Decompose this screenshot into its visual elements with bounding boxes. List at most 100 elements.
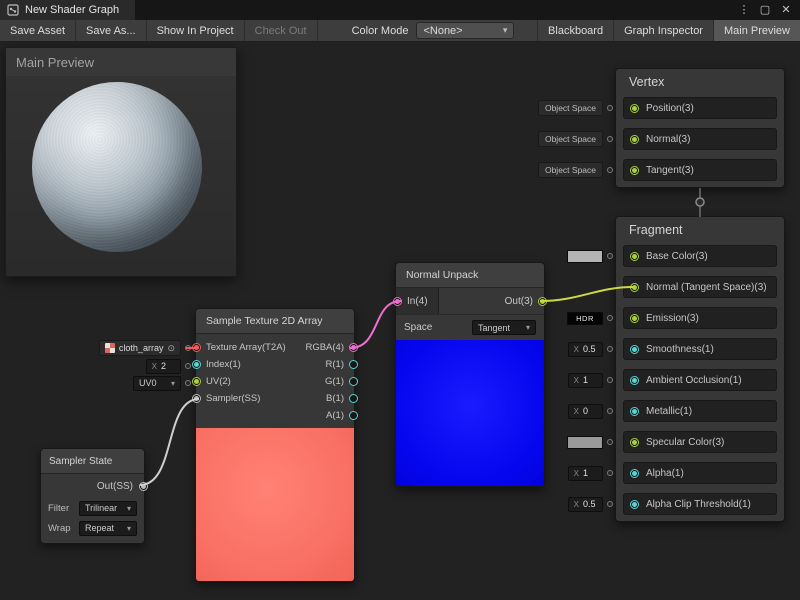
- alpha-default: X 1: [568, 465, 613, 481]
- r-port[interactable]: [349, 360, 358, 369]
- maximize-button[interactable]: ▢: [756, 2, 774, 18]
- normal-unpack-header[interactable]: Normal Unpack: [396, 263, 544, 288]
- connector-dot: [607, 167, 613, 173]
- fragment-row-alpha-clip[interactable]: Alpha Clip Threshold(1): [623, 493, 777, 515]
- base-color-swatch[interactable]: [567, 250, 603, 263]
- fragment-row-smoothness[interactable]: Smoothness(1): [623, 338, 777, 360]
- close-button[interactable]: ✕: [777, 2, 795, 18]
- fragment-node[interactable]: Fragment Base Color(3) Normal (Tangent S…: [615, 216, 785, 522]
- specular-color-label: Specular Color(3): [646, 437, 724, 448]
- normal-unpack-node[interactable]: Normal Unpack In(4) Out(3) Space Tangent…: [395, 262, 545, 487]
- x-axis-label: X: [574, 469, 579, 478]
- alpha-clip-field[interactable]: X 0.5: [568, 497, 603, 512]
- chevron-down-icon: ▾: [171, 379, 175, 388]
- metallic-field[interactable]: X 0: [568, 404, 603, 419]
- out-ss-port[interactable]: [139, 482, 148, 491]
- vertex-position-binding: Object Space: [538, 100, 613, 116]
- object-space-pill[interactable]: Object Space: [538, 100, 603, 116]
- index-field[interactable]: X 2: [146, 359, 181, 374]
- fragment-row-specular-color[interactable]: Specular Color(3): [623, 431, 777, 453]
- x-axis-label: X: [574, 345, 579, 354]
- fragment-row-emission[interactable]: Emission(3): [623, 307, 777, 329]
- rgba-label: RGBA(4): [305, 342, 344, 353]
- check-out-button: Check Out: [245, 20, 318, 41]
- filter-dropdown[interactable]: Trilinear ▾: [79, 501, 137, 516]
- sampler-state-node[interactable]: Sampler State Out(SS) Filter Trilinear ▾…: [40, 448, 145, 544]
- graph-inspector-toggle-button[interactable]: Graph Inspector: [613, 20, 713, 41]
- fragment-row-normal[interactable]: Normal (Tangent Space)(3): [623, 276, 777, 298]
- vertex-normal-port[interactable]: [630, 135, 639, 144]
- color-mode-dropdown[interactable]: <None> ▾: [416, 22, 514, 39]
- vertex-node[interactable]: Vertex Position(3) Normal(3) Tangent(3): [615, 68, 785, 188]
- vertex-tangent-label: Tangent(3): [646, 165, 694, 176]
- normal-unpack-input: In(4): [396, 288, 439, 314]
- object-space-pill[interactable]: Object Space: [538, 162, 603, 178]
- sampler-port[interactable]: [192, 394, 201, 403]
- in4-port[interactable]: [393, 297, 402, 306]
- window-menu-button[interactable]: ⋮: [735, 2, 753, 18]
- fragment-row-base-color[interactable]: Base Color(3): [623, 245, 777, 267]
- sample-texture-title: Sample Texture 2D Array: [206, 315, 323, 327]
- a-label: A(1): [326, 410, 344, 421]
- sample-texture-2d-array-node[interactable]: Sample Texture 2D Array Texture Array(T2…: [195, 308, 355, 582]
- b-port[interactable]: [349, 394, 358, 403]
- fragment-row-metallic[interactable]: Metallic(1): [623, 400, 777, 422]
- base-color-port[interactable]: [630, 252, 639, 261]
- object-picker-icon[interactable]: ⊙: [167, 343, 175, 354]
- smoothness-port[interactable]: [630, 345, 639, 354]
- rgba-port[interactable]: [349, 343, 358, 352]
- g-port[interactable]: [349, 377, 358, 386]
- alpha-port[interactable]: [630, 469, 639, 478]
- blackboard-toggle-button[interactable]: Blackboard: [537, 20, 613, 41]
- index-value[interactable]: 2: [161, 361, 175, 371]
- main-preview-toggle-button[interactable]: Main Preview: [713, 20, 800, 41]
- a-port[interactable]: [349, 411, 358, 420]
- uv-channel-dropdown[interactable]: UV0 ▾: [133, 376, 181, 391]
- smoothness-value[interactable]: 0.5: [583, 344, 597, 354]
- main-preview-header[interactable]: Main Preview: [6, 48, 236, 76]
- show-in-project-button[interactable]: Show In Project: [147, 20, 245, 41]
- uv-channel-value: UV0: [139, 378, 157, 388]
- texture-array-port[interactable]: [192, 343, 201, 352]
- ambient-occlusion-field[interactable]: X 1: [568, 373, 603, 388]
- vertex-tangent-port[interactable]: [630, 166, 639, 175]
- vertex-row-tangent[interactable]: Tangent(3): [623, 159, 777, 181]
- vertex-row-position[interactable]: Position(3): [623, 97, 777, 119]
- ambient-occlusion-value[interactable]: 1: [583, 375, 597, 385]
- wire-rgba-to-in4: [350, 301, 401, 348]
- vertex-position-port[interactable]: [630, 104, 639, 113]
- normal-tangent-port[interactable]: [630, 283, 639, 292]
- index-port[interactable]: [192, 360, 201, 369]
- specular-color-port[interactable]: [630, 438, 639, 447]
- space-dropdown[interactable]: Tangent ▾: [472, 320, 536, 335]
- in4-label: In(4): [407, 296, 428, 307]
- metallic-port[interactable]: [630, 407, 639, 416]
- sample-texture-header[interactable]: Sample Texture 2D Array: [196, 309, 354, 334]
- ambient-occlusion-label: Ambient Occlusion(1): [646, 375, 742, 386]
- save-as-button[interactable]: Save As...: [76, 20, 147, 41]
- fragment-row-alpha[interactable]: Alpha(1): [623, 462, 777, 484]
- wrap-dropdown[interactable]: Repeat ▾: [79, 521, 137, 536]
- vertex-normal-label: Normal(3): [646, 134, 690, 145]
- alpha-clip-port[interactable]: [630, 500, 639, 509]
- alpha-field[interactable]: X 1: [568, 466, 603, 481]
- alpha-clip-value[interactable]: 0.5: [583, 499, 597, 509]
- sampler-state-header[interactable]: Sampler State: [41, 449, 144, 474]
- alpha-value[interactable]: 1: [583, 468, 597, 478]
- vertex-row-normal[interactable]: Normal(3): [623, 128, 777, 150]
- metallic-value[interactable]: 0: [583, 406, 597, 416]
- uv-port[interactable]: [192, 377, 201, 386]
- fragment-row-ambient-occlusion[interactable]: Ambient Occlusion(1): [623, 369, 777, 391]
- object-space-pill[interactable]: Object Space: [538, 131, 603, 147]
- smoothness-field[interactable]: X 0.5: [568, 342, 603, 357]
- out3-port[interactable]: [538, 297, 547, 306]
- cloth-array-property[interactable]: cloth_array ⊙: [99, 340, 181, 356]
- save-asset-button[interactable]: Save Asset: [0, 20, 76, 41]
- emission-hdr-swatch[interactable]: HDR: [567, 312, 603, 325]
- specular-color-swatch[interactable]: [567, 436, 603, 449]
- smoothness-label: Smoothness(1): [646, 344, 714, 355]
- ambient-occlusion-port[interactable]: [630, 376, 639, 385]
- document-tab[interactable]: New Shader Graph: [0, 0, 135, 20]
- graph-canvas[interactable]: Main Preview Vertex Position(3) Normal(3…: [0, 42, 800, 600]
- emission-port[interactable]: [630, 314, 639, 323]
